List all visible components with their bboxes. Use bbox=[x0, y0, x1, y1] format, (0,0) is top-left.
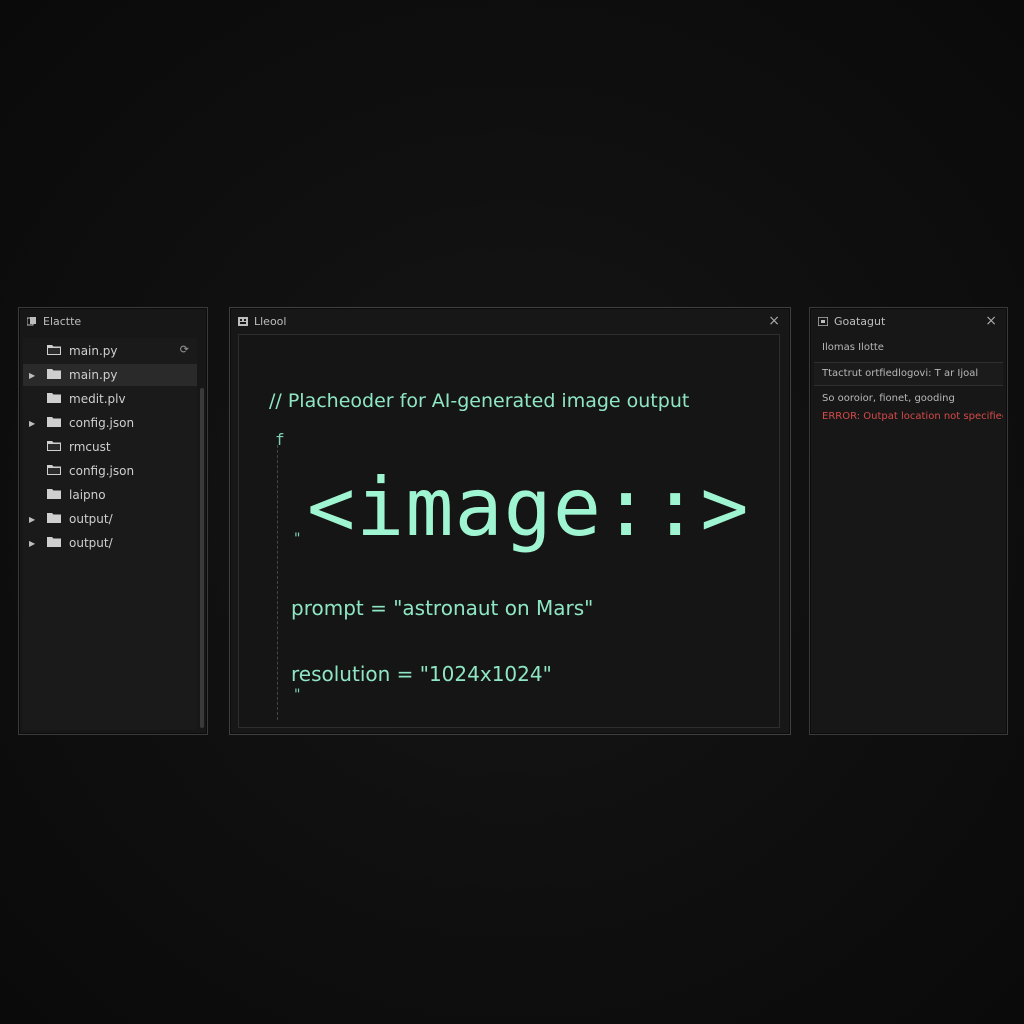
output-close-icon[interactable]: × bbox=[985, 312, 997, 330]
refresh-icon[interactable]: ⟳ bbox=[180, 343, 189, 356]
editor-title: Lleool bbox=[254, 314, 287, 328]
tree-item-label: config.json bbox=[69, 464, 135, 478]
tree-item[interactable]: laipno bbox=[23, 484, 197, 506]
folder-icon bbox=[47, 392, 61, 406]
folder-icon bbox=[47, 440, 61, 454]
caret-right-icon[interactable]: ▶ bbox=[29, 539, 39, 548]
tree-item-label: output/ bbox=[69, 512, 113, 526]
caret-right-icon[interactable]: ▶ bbox=[29, 515, 39, 524]
editor-close-icon[interactable]: × bbox=[768, 312, 780, 330]
output-title: Goatagut bbox=[834, 314, 886, 328]
tree-item[interactable]: config.json bbox=[23, 460, 197, 482]
file-tree: main.py ⟳ ▶ main.py medit.plv ▶ config.j… bbox=[23, 338, 197, 730]
output-header: Goatagut × bbox=[810, 308, 1007, 334]
tree-item[interactable]: medit.plv bbox=[23, 388, 197, 410]
tree-item-label: laipno bbox=[69, 488, 106, 502]
output-error-line: ERROR: Outpat location not specified bbox=[822, 411, 1003, 422]
code-image-token: <image::> bbox=[307, 461, 750, 554]
code-quote-line: " bbox=[293, 687, 302, 703]
code-brace-line: f bbox=[275, 430, 285, 449]
output-line: Ilomas Ilotte bbox=[822, 342, 884, 353]
tree-item-label: rmcust bbox=[69, 440, 111, 454]
indent-guide bbox=[277, 445, 278, 720]
editor-header: Lleool × bbox=[230, 308, 790, 334]
editor-panel: Lleool × // Placheoder for AI-generated … bbox=[229, 307, 791, 735]
tree-item-label: config.json bbox=[69, 416, 135, 430]
tree-item-label: medit.plv bbox=[69, 392, 126, 406]
tree-item[interactable]: rmcust bbox=[23, 436, 197, 458]
tree-item[interactable]: main.py ⟳ bbox=[23, 340, 197, 362]
explorer-panel: Elactte main.py ⟳ ▶ main.py medit.plv ▶ … bbox=[18, 307, 208, 735]
output-line: So ooroior, fionet, gooding bbox=[822, 393, 955, 404]
folder-icon bbox=[47, 488, 61, 502]
code-prompt-line: prompt = "astronaut on Mars" bbox=[291, 596, 594, 620]
folder-icon bbox=[47, 512, 61, 526]
folder-icon bbox=[47, 416, 61, 430]
explorer-scrollbar[interactable] bbox=[200, 388, 204, 728]
output-line-boxed: Ttactrut ortfiedlogovi: T ar Ijoal bbox=[814, 362, 1003, 386]
explorer-title: Elactte bbox=[43, 314, 82, 328]
tree-item-selected[interactable]: ▶ main.py bbox=[23, 364, 197, 386]
folder-icon bbox=[47, 464, 61, 478]
code-quote-line: " bbox=[293, 531, 302, 547]
code-area[interactable]: // Placheoder for AI-generated image out… bbox=[238, 334, 780, 728]
tree-item-label: main.py bbox=[69, 368, 118, 382]
explorer-header: Elactte bbox=[19, 308, 207, 334]
tree-item[interactable]: ▶ config.json bbox=[23, 412, 197, 434]
folder-icon bbox=[47, 344, 61, 358]
caret-right-icon[interactable]: ▶ bbox=[29, 419, 39, 428]
output-panel: Goatagut × Ilomas Ilotte Ttactrut ortfie… bbox=[809, 307, 1008, 735]
caret-right-icon[interactable]: ▶ bbox=[29, 371, 39, 380]
tree-item[interactable]: ▶ output/ bbox=[23, 532, 197, 554]
tree-item-label: main.py bbox=[69, 344, 118, 358]
output-icon bbox=[818, 316, 828, 326]
folder-icon bbox=[47, 536, 61, 550]
files-icon bbox=[27, 316, 37, 326]
file-icon bbox=[238, 316, 248, 326]
code-resolution-line: resolution = "1024x1024" bbox=[291, 662, 552, 686]
folder-icon bbox=[47, 368, 61, 382]
code-comment-line: // Placheoder for AI-generated image out… bbox=[269, 390, 690, 412]
tree-item[interactable]: ▶ output/ bbox=[23, 508, 197, 530]
tree-item-label: output/ bbox=[69, 536, 113, 550]
